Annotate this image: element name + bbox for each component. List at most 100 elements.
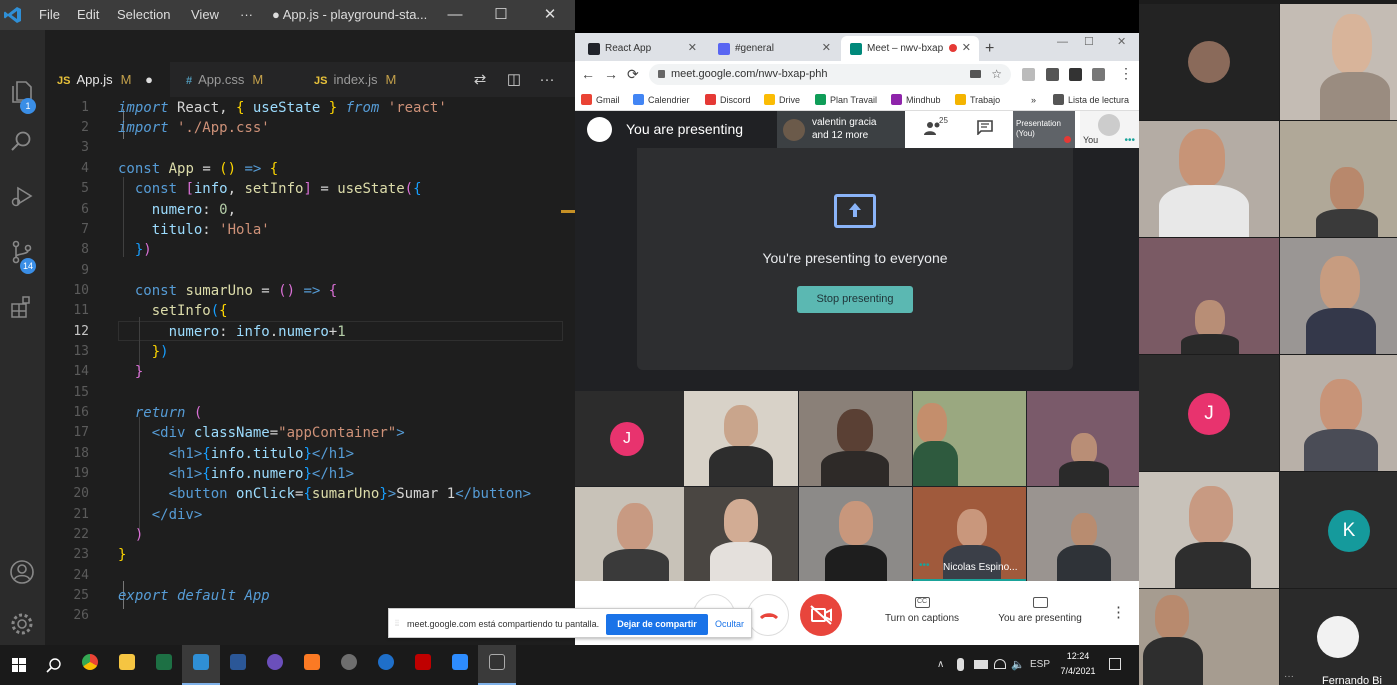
more-bookmarks-button[interactable]: » xyxy=(1017,89,1036,111)
menu-view[interactable]: View xyxy=(191,0,219,30)
camera-toggle-button[interactable] xyxy=(800,594,842,636)
camera-icon[interactable] xyxy=(970,70,981,78)
participant-tile[interactable] xyxy=(1139,472,1279,588)
you-are-presenting-button[interactable]: You are presenting xyxy=(990,581,1090,624)
taskbar-xampp[interactable] xyxy=(293,645,331,685)
taskbar-firefox[interactable] xyxy=(256,645,294,685)
chat-button[interactable] xyxy=(977,120,993,138)
tab-index-js[interactable]: JS index.js M xyxy=(302,62,422,97)
bookmark-calendrier[interactable]: Calendrier xyxy=(633,89,690,111)
participant-tile[interactable]: J xyxy=(575,391,684,486)
taskbar-search-button[interactable] xyxy=(35,645,73,685)
close-tab-icon[interactable]: ✕ xyxy=(688,36,697,61)
compare-changes-button[interactable]: ⇄ xyxy=(465,62,495,97)
battery-icon[interactable] xyxy=(974,660,988,669)
taskbar-github-desktop[interactable] xyxy=(330,645,368,685)
bookmark-plan-travail[interactable]: Plan Travail xyxy=(815,89,877,111)
browser-minimize-button[interactable]: — xyxy=(1057,33,1068,51)
code-editor[interactable]: 1 import React, { useState } from 'react'… xyxy=(45,97,575,645)
participant-tile[interactable] xyxy=(1280,238,1397,354)
participant-tile[interactable] xyxy=(799,391,912,486)
reading-list-button[interactable]: Lista de lectura xyxy=(1053,89,1129,111)
bookmark-drive[interactable]: Drive xyxy=(764,89,800,111)
microphone-icon[interactable] xyxy=(957,658,964,671)
split-editor-button[interactable]: ◫ xyxy=(499,62,529,97)
new-tab-button[interactable]: + xyxy=(985,36,994,61)
clock[interactable]: 12:24 7/4/2021 xyxy=(1053,649,1103,679)
more-dots-icon[interactable]: ··· xyxy=(1284,671,1294,682)
participant-tile[interactable] xyxy=(1280,121,1397,237)
close-button[interactable]: ✕ xyxy=(527,0,573,30)
stop-sharing-button[interactable]: Dejar de compartir xyxy=(606,614,708,635)
extension-icon[interactable] xyxy=(1046,68,1059,81)
participant-tile[interactable] xyxy=(1139,121,1279,237)
taskbar-terminal[interactable] xyxy=(478,645,516,685)
participant-tile[interactable]: J xyxy=(1139,355,1279,471)
participant-tile[interactable] xyxy=(1027,487,1139,582)
hide-button[interactable]: Ocultar xyxy=(715,609,744,639)
taskbar-chrome[interactable] xyxy=(71,645,109,685)
participant-tile[interactable] xyxy=(684,391,798,486)
participant-tile[interactable] xyxy=(1280,355,1397,471)
presentation-tile-thumbnail[interactable]: Presentation (You) xyxy=(1013,111,1075,148)
extension-icon[interactable] xyxy=(1022,68,1035,81)
menu-selection[interactable]: Selection xyxy=(117,0,170,30)
taskbar-zoom[interactable] xyxy=(441,645,479,685)
bookmark-discord[interactable]: Discord xyxy=(705,89,751,111)
participant-tile[interactable]: ··· xyxy=(1280,589,1397,685)
back-button[interactable]: ← xyxy=(581,66,595,82)
stop-presenting-button[interactable]: Stop presenting xyxy=(797,286,913,313)
participant-tile[interactable] xyxy=(1280,4,1397,120)
run-debug-button[interactable] xyxy=(0,175,45,221)
captions-button[interactable]: CC Turn on captions xyxy=(875,581,969,624)
extensions-button[interactable] xyxy=(0,285,45,331)
tab-app-css[interactable]: # App.css M xyxy=(172,62,300,97)
participant-tile[interactable] xyxy=(1139,4,1279,120)
reload-button[interactable]: ⟳ xyxy=(627,66,639,83)
pinned-participant-chip[interactable]: valentin gracia and 12 more xyxy=(777,111,905,148)
taskbar-vscode[interactable] xyxy=(182,645,220,685)
browser-menu-icon[interactable]: ⋮ xyxy=(1119,65,1133,82)
profile-icon[interactable] xyxy=(1092,68,1105,81)
editor-more-button[interactable]: ··· xyxy=(532,62,562,97)
close-tab-icon[interactable]: ✕ xyxy=(962,36,971,61)
volume-icon[interactable]: 🔈 xyxy=(1011,645,1025,685)
menu-file[interactable]: File xyxy=(39,0,60,30)
participant-tile[interactable] xyxy=(1027,391,1139,486)
taskbar-app[interactable] xyxy=(367,645,405,685)
browser-tab-react-app[interactable]: React App ✕ xyxy=(579,36,705,61)
participant-tile[interactable] xyxy=(1139,589,1279,685)
more-options-button[interactable]: ⋮ xyxy=(1111,603,1126,621)
search-button[interactable] xyxy=(0,120,45,166)
tab-app-js[interactable]: JS App.js M ● xyxy=(45,62,170,97)
taskbar-file-explorer[interactable] xyxy=(108,645,146,685)
browser-tab-discord[interactable]: #general ✕ xyxy=(709,36,839,61)
browser-maximize-button[interactable]: ☐ xyxy=(1084,33,1094,51)
maximize-button[interactable]: ☐ xyxy=(478,0,524,30)
drag-handle-icon[interactable]: ⦙⦙ xyxy=(395,618,399,629)
taskbar-filezilla[interactable] xyxy=(404,645,442,685)
wifi-icon[interactable] xyxy=(994,659,1006,669)
browser-tab-meet[interactable]: Meet – nwv-bxap ✕ xyxy=(841,36,979,61)
start-button[interactable] xyxy=(0,645,38,685)
explorer-button[interactable]: 1 xyxy=(0,70,45,116)
puzzle-extensions-icon[interactable] xyxy=(1069,68,1082,81)
menu-more[interactable]: ··· xyxy=(240,0,253,30)
close-tab-icon[interactable]: ✕ xyxy=(822,36,831,61)
bookmark-mindhub[interactable]: Mindhub xyxy=(891,89,941,111)
unsaved-dot-icon[interactable]: ● xyxy=(145,72,153,87)
participant-tile[interactable] xyxy=(799,487,912,582)
taskbar-excel[interactable] xyxy=(145,645,183,685)
language-indicator[interactable]: ESP xyxy=(1030,645,1050,685)
taskbar-word[interactable] xyxy=(219,645,257,685)
bookmark-star-icon[interactable]: ☆ xyxy=(991,64,1002,85)
participant-tile[interactable] xyxy=(1139,238,1279,354)
self-view-thumbnail[interactable]: You ••• xyxy=(1080,111,1139,148)
bookmark-trabajo[interactable]: Trabajo xyxy=(955,89,1000,111)
browser-close-button[interactable]: ✕ xyxy=(1117,33,1126,51)
address-bar[interactable]: meet.google.com/nwv-bxap-phh ☆ xyxy=(649,64,1011,85)
minimize-button[interactable]: — xyxy=(432,0,478,30)
forward-button[interactable]: → xyxy=(604,66,618,82)
bookmark-gmail[interactable]: Gmail xyxy=(581,89,620,111)
participant-tile[interactable] xyxy=(575,487,684,582)
